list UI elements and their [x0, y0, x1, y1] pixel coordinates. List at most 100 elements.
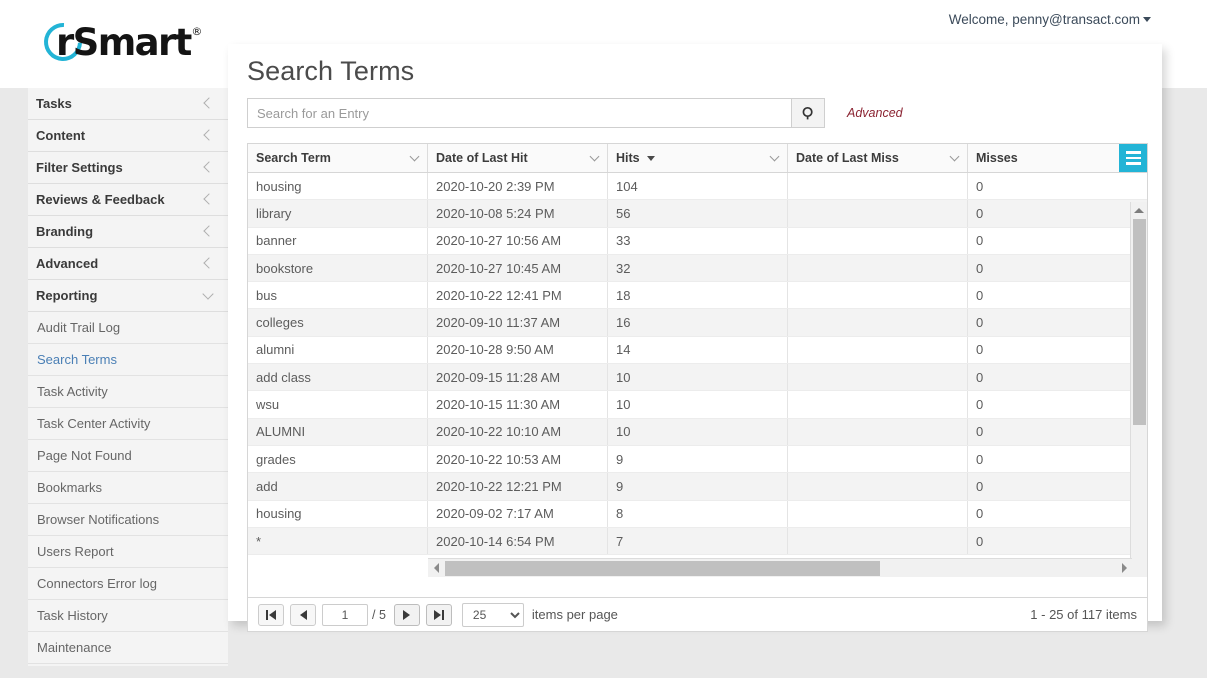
- logo-wordmark: rSmart ®: [56, 20, 202, 64]
- cell-misses: 0: [976, 533, 984, 549]
- sidebar-group-reporting[interactable]: Reporting: [28, 280, 228, 312]
- rsmart-logo: rSmart ®: [36, 15, 202, 69]
- table-row[interactable]: library 2020-10-08 5:24 PM 56 0: [248, 200, 1147, 228]
- welcome-label: Welcome, penny@transact.com: [948, 12, 1140, 27]
- sidebar-item-browser-notifications[interactable]: Browser Notifications: [28, 504, 228, 536]
- hamburger-bar: [1125, 162, 1141, 165]
- chevron-left-icon: [203, 130, 214, 141]
- scroll-left-icon[interactable]: [428, 559, 444, 577]
- table-row[interactable]: alumni 2020-10-28 9:50 AM 14 0: [248, 336, 1147, 365]
- cell-hits: 14: [608, 336, 788, 364]
- scroll-right-icon[interactable]: [1116, 559, 1132, 577]
- page-number-input[interactable]: [322, 603, 368, 626]
- table-row[interactable]: * 2020-10-14 6:54 PM 7 0: [248, 527, 1147, 556]
- chevron-down-icon[interactable]: [591, 154, 600, 163]
- sidebar-item-users-report[interactable]: Users Report: [28, 536, 228, 568]
- user-menu[interactable]: Welcome, penny@transact.com: [949, 12, 1151, 27]
- sidebar-group-filter-settings[interactable]: Filter Settings: [28, 152, 228, 184]
- cell-last-miss: [788, 336, 968, 364]
- sidebar-item-search-terms[interactable]: Search Terms: [28, 344, 228, 376]
- pagination-bar: / 5 2550100 items per page 1 - 25 of 117…: [247, 598, 1148, 632]
- sidebar-item-audit-trail-log[interactable]: Audit Trail Log: [28, 312, 228, 344]
- logo-letter-r: r: [56, 20, 74, 64]
- table-row[interactable]: colleges 2020-09-10 11:37 AM 16 0: [248, 309, 1147, 337]
- table-row[interactable]: grades 2020-10-22 10:53 AM 9 0: [248, 445, 1147, 474]
- sidebar-group-tasks[interactable]: Tasks: [28, 88, 228, 120]
- sidebar-item-task-activity[interactable]: Task Activity: [28, 376, 228, 408]
- sidebar-item-bookmarks[interactable]: Bookmarks: [28, 472, 228, 504]
- sidebar-item-page-not-found[interactable]: Page Not Found: [28, 440, 228, 472]
- horizontal-scrollbar-thumb[interactable]: [445, 561, 880, 576]
- advanced-search-link[interactable]: Advanced: [847, 106, 903, 120]
- cell-term: library: [248, 200, 428, 227]
- cell-term: bookstore: [248, 254, 428, 282]
- hamburger-icon[interactable]: [1119, 144, 1147, 172]
- hamburger-bar: [1125, 156, 1141, 160]
- sidebar-item-label: Maintenance: [37, 640, 112, 655]
- cell-hits: 10: [608, 418, 788, 445]
- previous-page-icon: [299, 609, 307, 620]
- sidebar-group-label: Content: [36, 128, 86, 143]
- chevron-down-icon[interactable]: [411, 154, 420, 163]
- cell-last-hit: 2020-10-27 10:45 AM: [428, 254, 608, 282]
- chevron-down-icon[interactable]: [951, 154, 960, 163]
- chevron-down-icon[interactable]: [771, 154, 780, 163]
- sidebar-group-reviews-feedback[interactable]: Reviews & Feedback: [28, 184, 228, 216]
- cell-term: banner: [248, 227, 428, 254]
- scroll-up-icon[interactable]: [1131, 202, 1147, 218]
- sidebar-item-label: Search Terms: [37, 352, 117, 367]
- cell-hits: 10: [608, 364, 788, 391]
- table-row[interactable]: add 2020-10-22 12:21 PM 9 0: [248, 473, 1147, 501]
- sidebar-item-task-center-activity[interactable]: Task Center Activity: [28, 408, 228, 440]
- cell-last-miss: [788, 309, 968, 336]
- first-page-button[interactable]: [258, 603, 284, 626]
- sidebar-group-advanced[interactable]: Advanced: [28, 248, 228, 280]
- table-row[interactable]: housing 2020-09-02 7:17 AM 8 0: [248, 500, 1147, 528]
- cell-last-miss: [788, 445, 968, 473]
- sidebar-group-branding[interactable]: Branding: [28, 216, 228, 248]
- cell-term: colleges: [248, 309, 428, 336]
- last-page-button[interactable]: [425, 603, 452, 626]
- column-header-label: Hits: [616, 151, 640, 165]
- table-row[interactable]: bus 2020-10-22 12:41 PM 18 0: [248, 282, 1147, 310]
- chevron-left-icon: [203, 226, 214, 237]
- column-header-date-of-last-miss[interactable]: Date of Last Miss: [788, 144, 968, 172]
- vertical-scrollbar[interactable]: [1130, 202, 1147, 577]
- cell-term: housing: [248, 173, 428, 200]
- column-header-label: Search Term: [256, 151, 331, 165]
- cell-term: bus: [248, 282, 428, 309]
- cell-last-miss: [788, 254, 968, 282]
- table-row[interactable]: wsu 2020-10-15 11:30 AM 10 0: [248, 391, 1147, 419]
- cell-misses: 0: [976, 451, 984, 467]
- cell-last-hit: 2020-09-15 11:28 AM: [428, 364, 608, 391]
- sidebar-item-task-history[interactable]: Task History: [28, 600, 228, 632]
- previous-page-button[interactable]: [290, 603, 316, 626]
- search-button[interactable]: [791, 98, 825, 128]
- cell-misses: 0: [976, 178, 984, 194]
- next-page-button[interactable]: [393, 603, 420, 626]
- sidebar-group-content[interactable]: Content: [28, 120, 228, 152]
- cell-last-miss: [788, 527, 968, 555]
- vertical-scrollbar-thumb[interactable]: [1133, 219, 1146, 425]
- chevron-down-icon: [1143, 16, 1151, 22]
- sidebar-item-connectors-error-log[interactable]: Connectors Error log: [28, 568, 228, 600]
- cell-misses: 0: [976, 478, 984, 494]
- column-header-date-of-last-hit[interactable]: Date of Last Hit: [428, 144, 608, 172]
- items-per-page-select[interactable]: 2550100: [461, 602, 524, 627]
- cell-last-hit: 2020-10-08 5:24 PM: [428, 200, 608, 227]
- table-row[interactable]: housing 2020-10-20 2:39 PM 104 0: [248, 173, 1147, 201]
- table-row[interactable]: ALUMNI 2020-10-22 10:10 AM 10 0: [248, 418, 1147, 446]
- column-header-hits[interactable]: Hits: [608, 144, 788, 172]
- table-row[interactable]: banner 2020-10-27 10:56 AM 33 0: [248, 227, 1147, 255]
- sidebar-item-label: Bookmarks: [37, 480, 103, 495]
- table-row[interactable]: add class 2020-09-15 11:28 AM 10 0: [248, 364, 1147, 392]
- sidebar-item-maintenance[interactable]: Maintenance: [28, 632, 228, 664]
- column-header-search-term[interactable]: Search Term: [248, 144, 428, 172]
- sidebar-group-label: Filter Settings: [36, 160, 123, 175]
- column-header-misses[interactable]: Misses: [968, 144, 1129, 172]
- items-per-page-label: items per page: [531, 607, 618, 622]
- table-row[interactable]: bookstore 2020-10-27 10:45 AM 32 0: [248, 254, 1147, 283]
- horizontal-scrollbar[interactable]: [428, 558, 1132, 577]
- search-input[interactable]: [247, 98, 791, 128]
- cell-last-hit: 2020-10-22 12:41 PM: [428, 282, 608, 309]
